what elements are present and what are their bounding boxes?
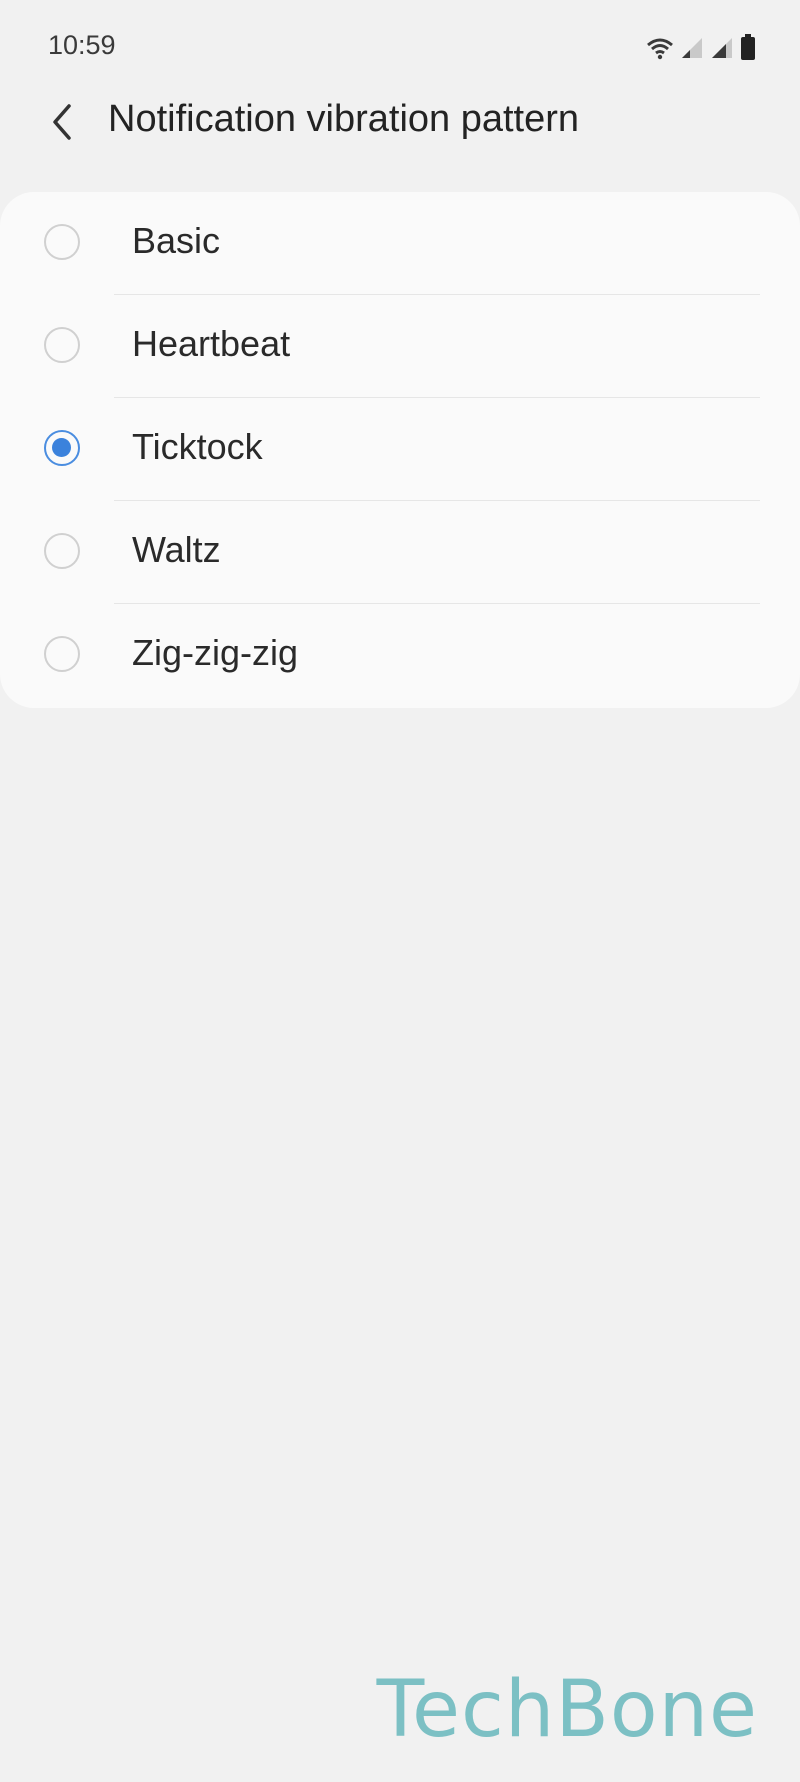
option-label: Zig-zig-zig	[132, 632, 299, 673]
option-label: Heartbeat	[132, 323, 291, 364]
option-label: Ticktock	[132, 426, 263, 467]
radio-button[interactable]	[44, 636, 80, 672]
radio-button[interactable]	[44, 224, 80, 260]
option-heartbeat[interactable]: Heartbeat	[0, 295, 800, 398]
option-zig-zig-zig[interactable]: Zig-zig-zig	[0, 604, 800, 707]
back-button[interactable]	[34, 90, 90, 154]
watermark-logo: TechBone	[376, 1665, 758, 1755]
signal-2-icon	[712, 38, 732, 58]
status-icons	[646, 30, 756, 60]
battery-icon	[741, 34, 755, 60]
status-time: 10:59	[48, 30, 116, 60]
wifi-icon	[647, 38, 673, 60]
option-label: Waltz	[132, 529, 221, 570]
radio-button[interactable]	[44, 327, 80, 363]
status-bar: 10:59	[0, 0, 800, 90]
page-title: Notification vibration pattern	[108, 98, 580, 140]
signal-1-icon	[682, 38, 702, 58]
chevron-left-icon	[53, 104, 71, 140]
options-card: Basic Heartbeat Ticktock Waltz Zig-zig-z…	[0, 192, 800, 708]
option-waltz[interactable]: Waltz	[0, 501, 800, 604]
option-ticktock[interactable]: Ticktock	[0, 398, 800, 501]
radio-button-selected[interactable]	[44, 430, 80, 466]
option-label: Basic	[132, 220, 221, 261]
radio-button[interactable]	[44, 533, 80, 569]
option-basic[interactable]: Basic	[0, 192, 800, 295]
header: Notification vibration pattern	[0, 90, 800, 190]
screen: 10:59 Notification vibration pattern Bas…	[0, 0, 800, 1782]
